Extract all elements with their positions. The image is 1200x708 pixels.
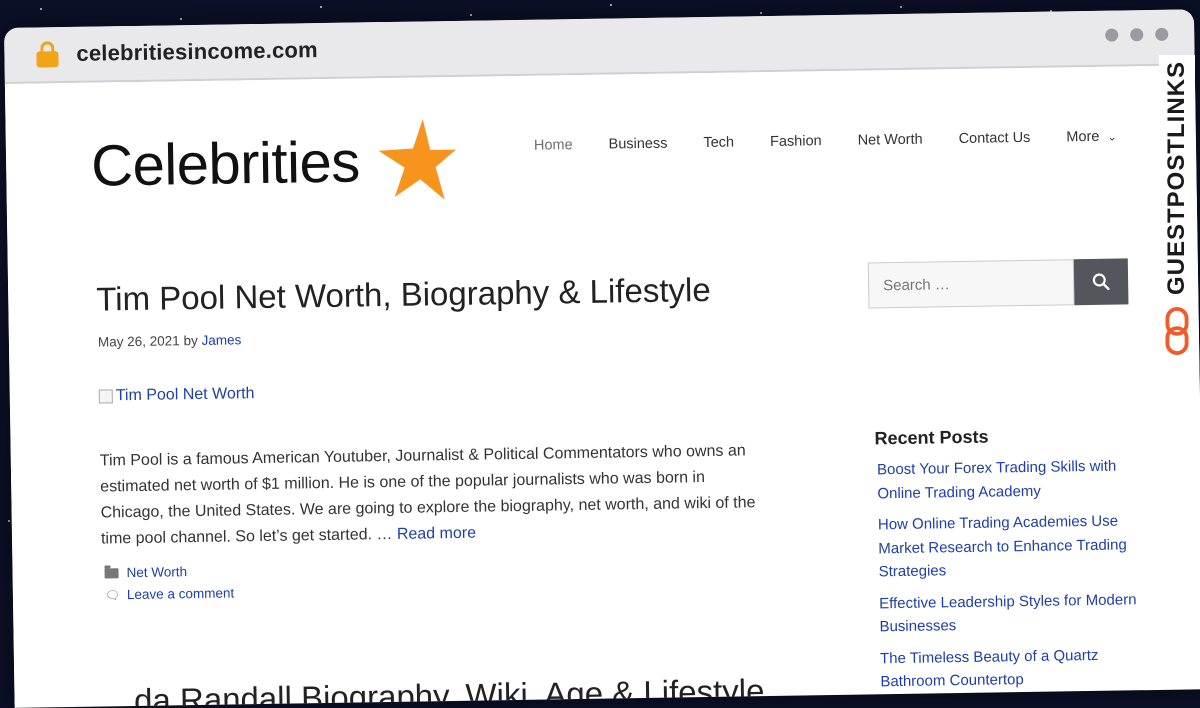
list-item: The Timeless Beauty of a Quartz Bathroom… (880, 643, 1143, 694)
broken-image-icon (98, 389, 113, 404)
nav-item-more[interactable]: More ⌄ (1048, 128, 1135, 146)
browser-window: celebritiesincome.com Celebrities Home B… (4, 9, 1200, 708)
post-author-link[interactable]: James (201, 332, 241, 348)
recent-post-link[interactable]: Effective Leadership Styles for Modern B… (879, 591, 1137, 636)
site-logo[interactable]: Celebrities (90, 117, 456, 209)
guestpostlinks-watermark: GUESTPOSTLINKS (1159, 55, 1195, 355)
watermark-text: GUESTPOSTLINKS (1159, 55, 1195, 302)
post-by: by (183, 332, 198, 349)
lock-icon (36, 41, 59, 68)
nav-item-contact-us[interactable]: Contact Us (941, 130, 1049, 148)
window-dot[interactable] (1130, 28, 1144, 42)
link-chain-icon (1165, 307, 1189, 355)
list-item: Boost Your Forex Trading Skills with Onl… (877, 454, 1140, 505)
recent-posts-list: Boost Your Forex Trading Skills with Onl… (877, 454, 1143, 702)
folder-icon (104, 568, 119, 579)
recent-posts-heading: Recent Posts (874, 426, 989, 449)
page-content: Celebrities Home Business Tech Fashion N… (4, 65, 1200, 708)
url-text[interactable]: celebritiesincome.com (76, 37, 318, 67)
nav-item-tech[interactable]: Tech (685, 134, 752, 151)
recent-post-link[interactable]: How Online Trading Academies Use Market … (878, 513, 1127, 581)
recent-post-link[interactable]: The Timeless Beauty of a Quartz Bathroom… (880, 646, 1099, 690)
logo-text: Celebrities (90, 128, 361, 199)
post-date: May 26, 2021 (97, 333, 180, 350)
list-item: How Online Trading Academies Use Market … (878, 509, 1141, 584)
post-meta: May 26, 2021 by James (98, 332, 242, 349)
window-dot[interactable] (1155, 27, 1169, 41)
window-controls (1105, 27, 1169, 42)
list-item: Effective Leadership Styles for Modern B… (879, 588, 1142, 639)
nav-item-fashion[interactable]: Fashion (752, 133, 840, 150)
post-image-alt: Tim Pool Net Worth (115, 385, 255, 405)
nav-item-home[interactable]: Home (516, 137, 591, 154)
main-nav: Home Business Tech Fashion Net Worth Con… (516, 128, 1135, 154)
leave-comment-link[interactable]: Leave a comment (127, 582, 235, 606)
category-link[interactable]: Net Worth (126, 561, 187, 584)
search-form (867, 258, 1129, 309)
read-more-link[interactable]: Read more (397, 525, 476, 543)
search-icon (1092, 273, 1110, 291)
post-image[interactable]: Tim Pool Net Worth (98, 385, 255, 405)
window-dot[interactable] (1105, 28, 1119, 42)
comments-icon: 🗨 (104, 587, 121, 602)
nav-more-label: More (1066, 128, 1100, 146)
nav-item-business[interactable]: Business (590, 135, 685, 153)
post-title[interactable]: Tim Pool Net Worth, Biography & Lifestyl… (96, 271, 711, 319)
chevron-down-icon: ⌄ (1107, 131, 1117, 144)
next-post-title[interactable]: ...da Randall Biography, Wiki, Age & Lif… (106, 672, 764, 708)
search-input[interactable] (867, 259, 1075, 309)
recent-post-link[interactable]: Boost Your Forex Trading Skills with Onl… (877, 458, 1117, 502)
post-footer: Net Worth 🗨 Leave a comment (104, 560, 234, 606)
star-icon (378, 119, 456, 200)
search-button[interactable] (1073, 258, 1129, 306)
post-excerpt: Tim Pool is a famous American Youtuber, … (100, 438, 772, 553)
nav-item-net-worth[interactable]: Net Worth (840, 131, 941, 149)
